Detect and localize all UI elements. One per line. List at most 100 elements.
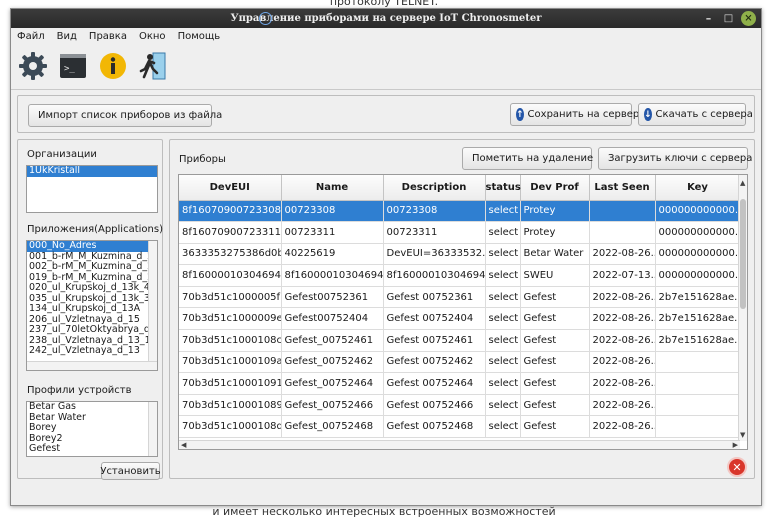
table-cell[interactable]: select [485,286,521,309]
table-cell[interactable] [589,200,656,223]
import-file-button[interactable]: Импорт список приборов из файла [28,104,222,127]
table-cell[interactable]: select [485,329,521,352]
menu-help[interactable]: Помощь [178,31,221,42]
table-cell[interactable]: 2b7e151628ae... [655,286,741,309]
table-cell[interactable]: Gefest 00752468 [383,415,486,439]
table-row[interactable]: 8f16000010304694 8f16000010304694 8f160000… [179,264,741,287]
scroll-left-arrow-icon[interactable]: ◀ [181,441,186,449]
table-cell[interactable]: Gefest_00752462 [281,351,384,374]
table-cell[interactable]: Gefest 00752466 [383,394,486,417]
table-cell[interactable]: 70b3d51c10001089 [179,394,282,417]
profiles-list[interactable]: Betar Gas Betar Water Borey Borey2 Gefes… [26,401,158,457]
install-button[interactable]: Установить [100,462,161,480]
table-cell[interactable]: 70b3d51c1000108c [179,329,282,352]
table-cell[interactable]: 70b3d51c1000108d [179,415,282,439]
list-item[interactable]: Borey [27,422,150,434]
table-cell[interactable]: 2022-07-13... [589,264,656,287]
table-cell[interactable]: select [485,394,521,417]
close-button[interactable]: × [741,11,756,26]
table-cell[interactable]: select [485,221,521,244]
applications-vertical-scrollbar[interactable] [148,241,157,362]
table-cell[interactable]: Gefest [520,286,590,309]
table-row[interactable]: 70b3d51c1000108c Gefest_00752461 Gefest 00… [179,329,741,352]
table-cell[interactable]: Gefest [520,394,590,417]
scroll-down-arrow-icon[interactable]: ▼ [740,431,745,439]
table-cell[interactable]: 2022-08-26... [589,329,656,352]
column-header[interactable]: Dev Prof [520,175,590,201]
column-header[interactable]: Key [655,175,741,201]
table-cell[interactable]: 70b3d51c1000109a [179,351,282,374]
devices-vertical-scrollbar[interactable]: ▲ ▼ [738,175,747,441]
table-cell[interactable] [655,415,741,439]
table-cell[interactable]: Gefest00752404 [281,307,384,331]
table-cell[interactable]: 00723308 [383,200,486,223]
table-cell[interactable]: 70b3d51c10001091 [179,372,282,395]
list-item[interactable]: Betar Gas [27,402,150,413]
table-cell[interactable]: 2022-08-26... [589,243,656,266]
table-cell[interactable]: Protey [520,221,590,244]
menu-view[interactable]: Вид [57,31,77,42]
table-cell[interactable]: 000000000000... [655,200,741,223]
table-row[interactable]: 70b3d51c1000109a Gefest_00752462 Gefest 00… [179,351,741,374]
table-cell[interactable]: SWEU [520,264,590,287]
table-cell[interactable]: Gefest 00752461 [383,329,486,352]
list-item[interactable]: 134_ul_Krupskoj_d_13A [27,303,150,315]
table-cell[interactable]: 2022-08-26... [589,372,656,395]
applications-horizontal-scrollbar[interactable] [27,361,157,370]
table-cell[interactable]: 8f16000010304694 [179,264,282,287]
table-cell[interactable]: 00723311 [281,221,384,244]
table-cell[interactable] [589,221,656,244]
table-cell[interactable]: select [485,200,521,223]
exit-button[interactable] [137,50,169,82]
load-keys-button[interactable]: Загрузить ключи с сервера [598,147,752,170]
table-row[interactable]: 70b3d51c1000009e Gefest00752404 Gefest 007… [179,307,741,331]
table-cell[interactable]: select [485,264,521,287]
table-cell[interactable]: Gefest [520,351,590,374]
delete-icon[interactable]: ✕ [727,457,747,477]
table-cell[interactable] [655,351,741,374]
info-button[interactable] [97,50,129,82]
table-cell[interactable]: select [485,415,521,439]
table-cell[interactable]: 3633353275386d0b [179,243,282,266]
list-item[interactable]: 242_ul_Vzletnaya_d_13 [27,345,150,357]
column-header[interactable]: Description [383,175,486,201]
table-cell[interactable]: 000000000000... [655,221,741,244]
list-item[interactable]: 237_ul_70letOktyabrya_d_3 [27,324,157,336]
table-cell[interactable]: Gefest [520,372,590,395]
table-cell[interactable]: Gefest00752361 [281,286,384,309]
table-row[interactable]: 3633353275386d0b 40225619 DevEUI=36333532.… [179,243,741,266]
table-cell[interactable]: select [485,243,521,266]
profiles-vertical-scrollbar[interactable] [148,402,157,456]
table-cell[interactable]: 8f16000010304694 [383,264,486,287]
table-cell[interactable]: Gefest 00752464 [383,372,486,395]
table-cell[interactable]: 2022-08-26... [589,415,656,439]
table-cell[interactable] [655,394,741,417]
table-cell[interactable]: 00723311 [383,221,486,244]
table-cell[interactable]: 8f16000010304694 [281,264,384,287]
table-row[interactable]: 70b3d51c10001091 Gefest_00752464 Gefest 00… [179,372,741,395]
table-cell[interactable]: select [485,307,521,331]
table-cell[interactable]: 00723308 [281,200,384,223]
table-cell[interactable]: Betar Water [520,243,590,266]
column-header[interactable]: Name [281,175,384,201]
table-cell[interactable]: 2b7e151628ae... [655,307,741,331]
table-cell[interactable]: Gefest 00752361 [383,286,486,309]
scroll-up-arrow-icon[interactable]: ▲ [740,179,745,187]
table-cell[interactable]: 40225619 [281,243,384,266]
table-cell[interactable]: Gefest_00752468 [281,415,384,439]
menu-window[interactable]: Окно [139,31,166,42]
terminal-button[interactable]: >_ [57,50,89,82]
table-row[interactable]: 8f16070900723311 00723311 00723311 select Pr… [179,221,741,244]
list-item[interactable]: 002_b-rM_M_Kuzmina_d_23 [27,261,157,273]
table-cell[interactable]: 2022-08-26... [589,394,656,417]
table-row[interactable]: 8f16070900723308 00723308 00723308 select Pr… [179,200,741,223]
table-cell[interactable]: 8f16070900723311 [179,221,282,244]
table-cell[interactable]: select [485,351,521,374]
table-row[interactable]: 70b3d51c1000005f Gefest00752361 Gefest 007… [179,286,741,309]
table-cell[interactable]: 2022-08-26... [589,351,656,374]
table-cell[interactable]: 000000000000... [655,264,741,287]
maximize-button[interactable]: □ [721,11,736,26]
applications-list[interactable]: 000_No_Adres 001_b-rM_M_Kuzmina_d_21 002… [26,240,158,371]
table-cell[interactable]: Gefest [520,329,590,352]
table-cell[interactable]: 2022-08-26... [589,307,656,331]
